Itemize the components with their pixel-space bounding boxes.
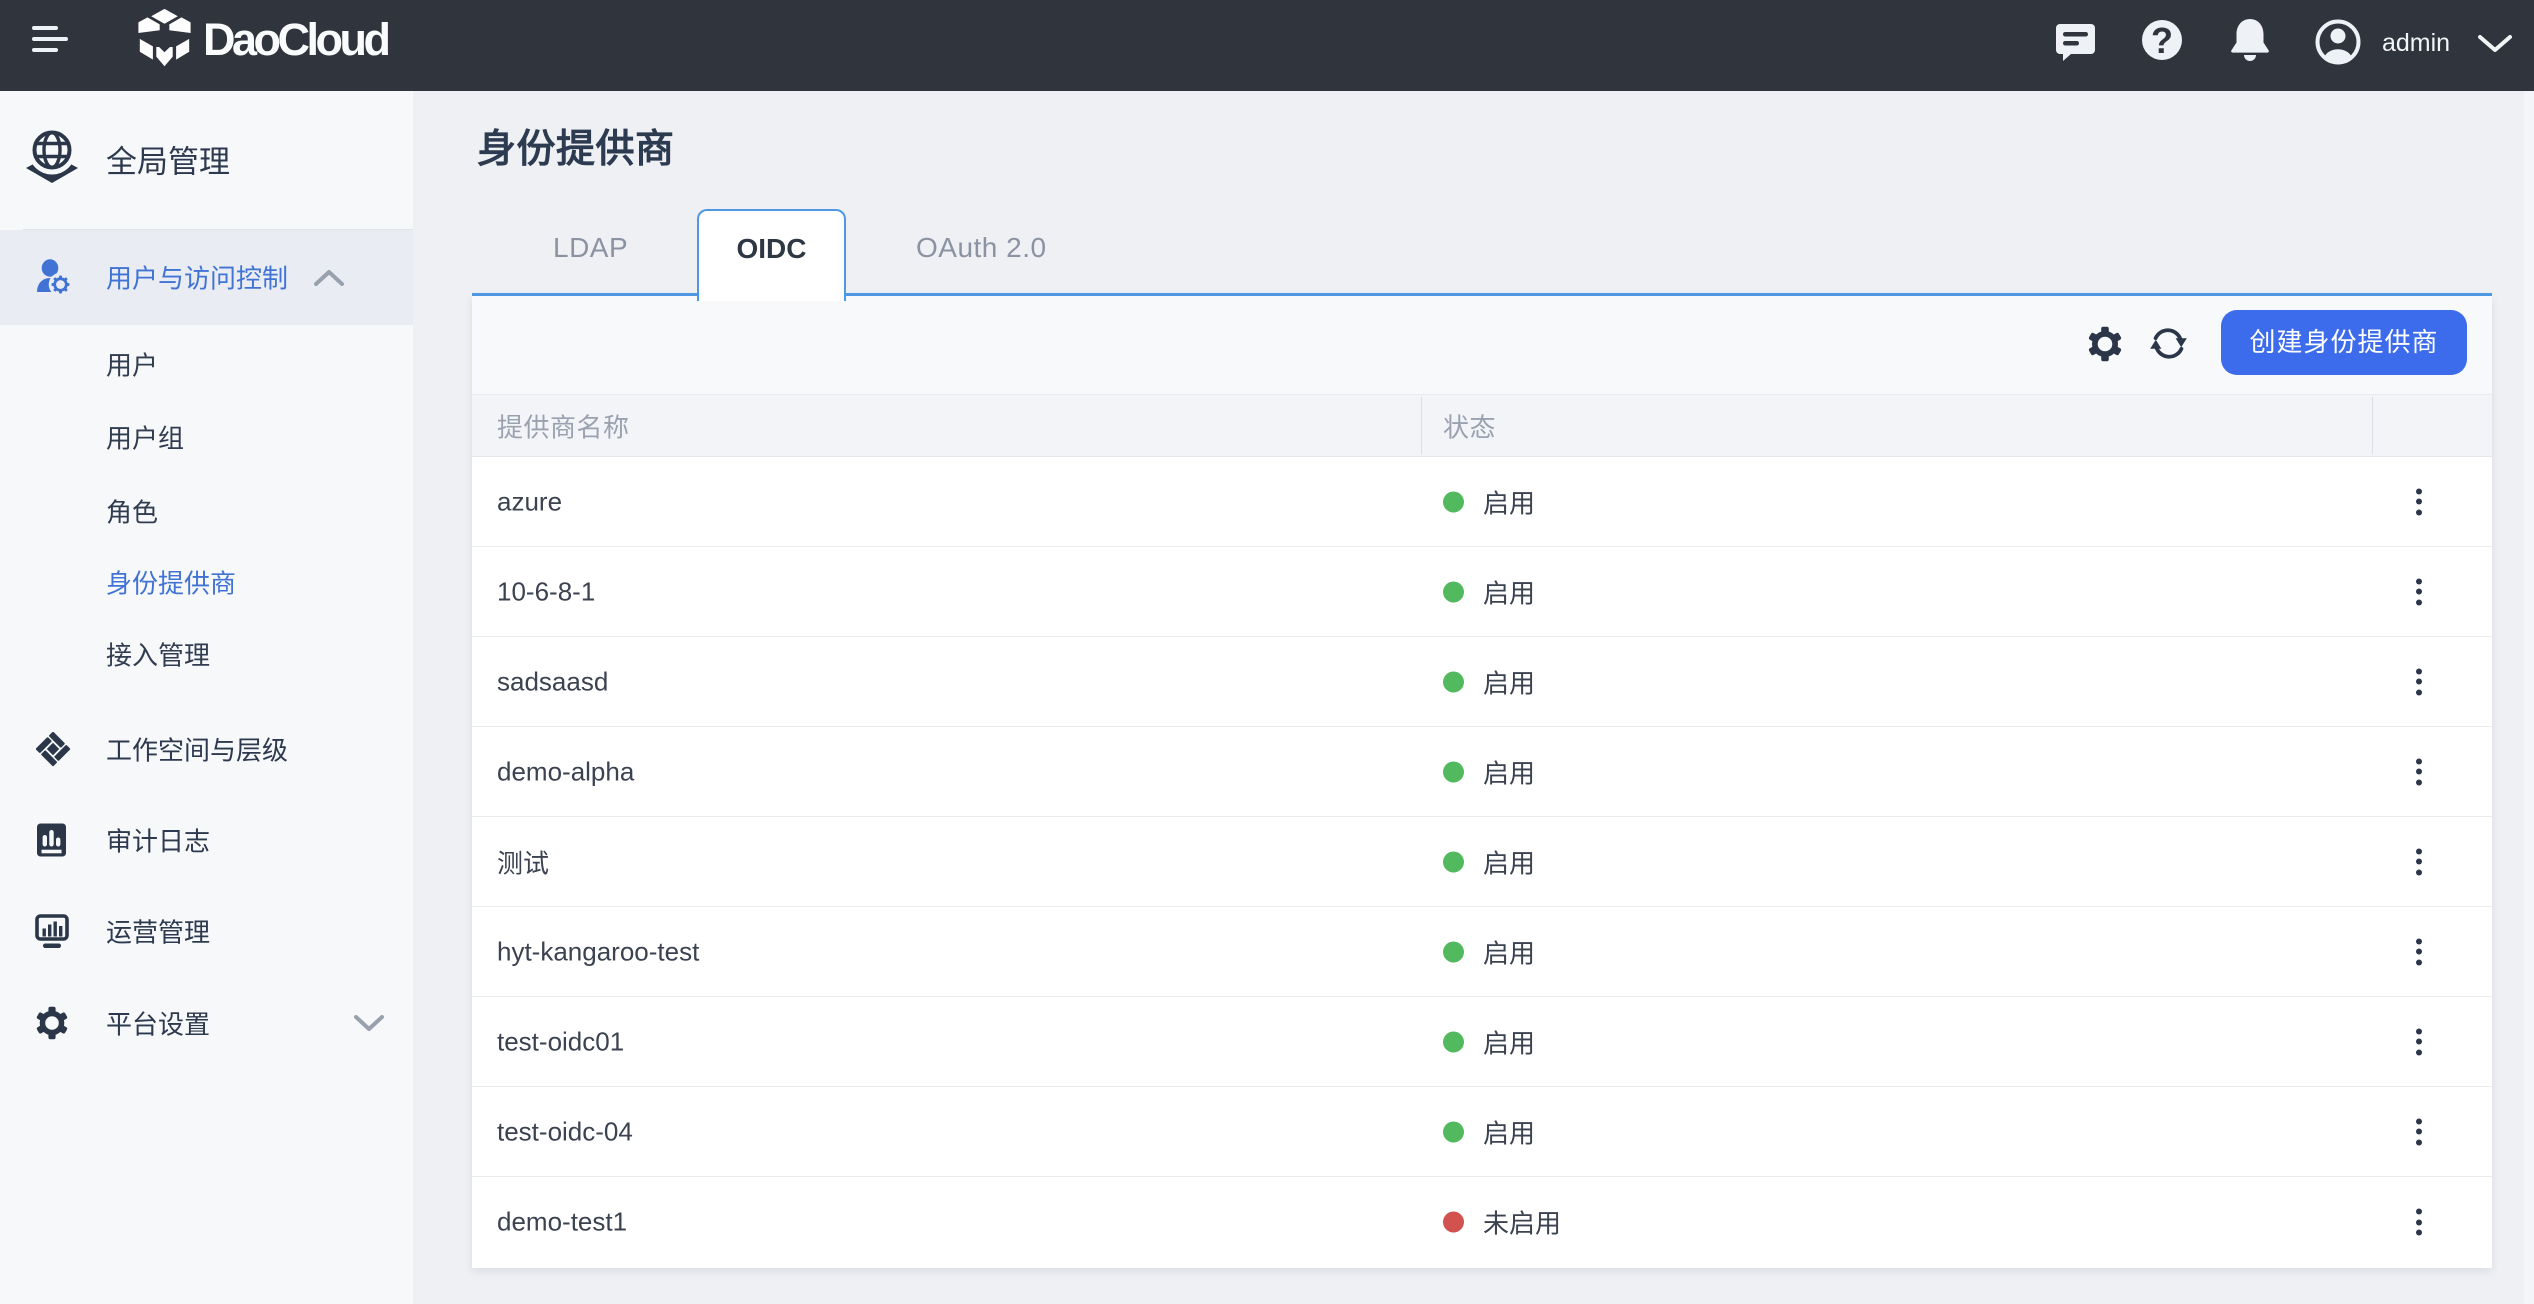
svg-text:?: ? — [2151, 20, 2173, 61]
